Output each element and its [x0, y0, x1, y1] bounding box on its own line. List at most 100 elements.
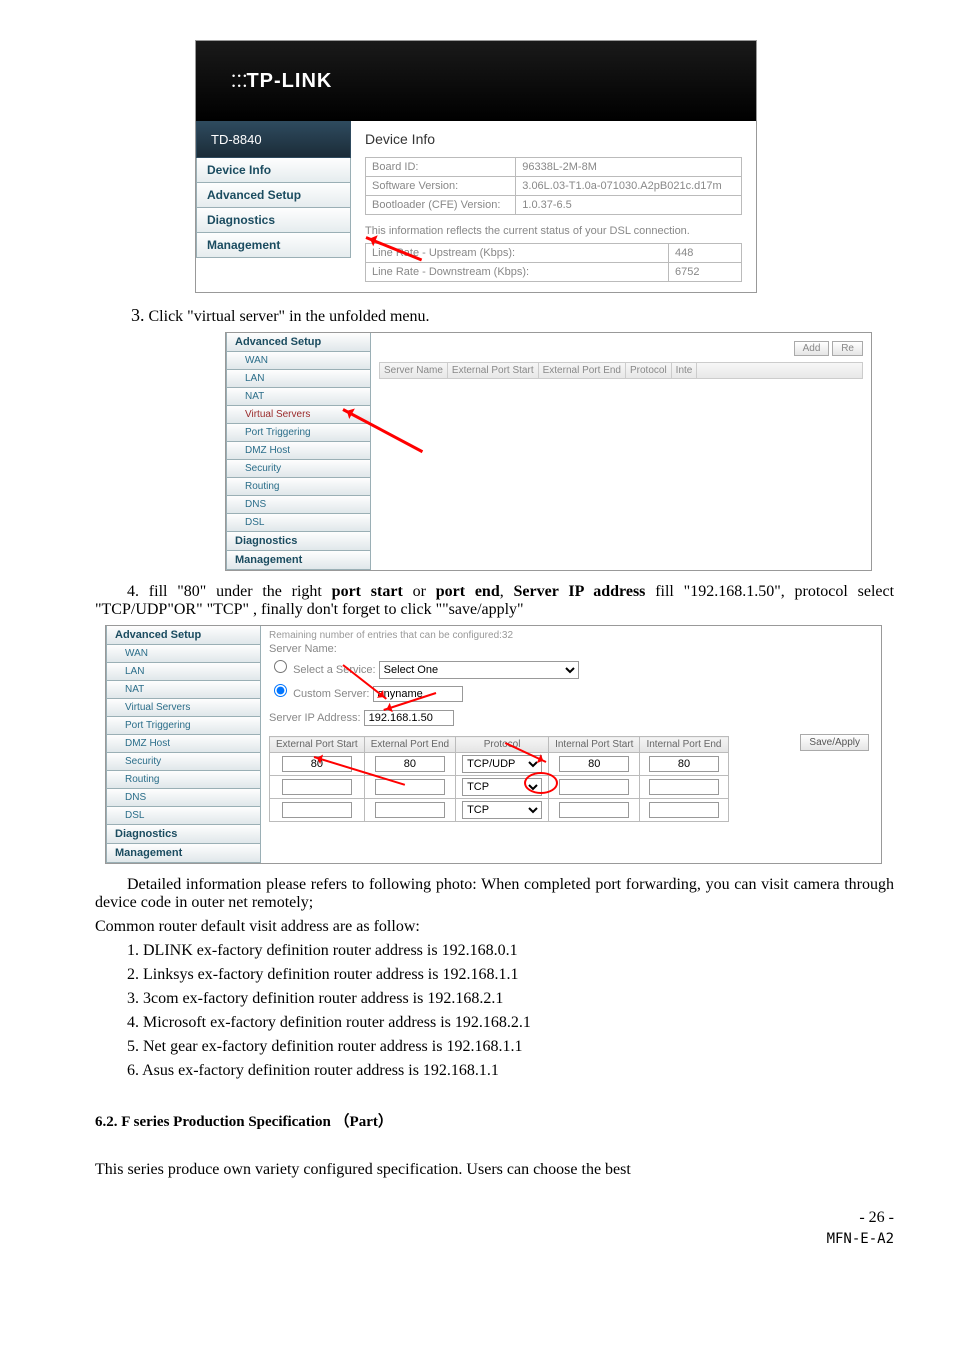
- server-ip-label: Server IP Address:: [269, 712, 361, 724]
- server-ip-input[interactable]: [364, 710, 454, 726]
- cell-label: Software Version:: [366, 177, 516, 196]
- port-table: External Port Start External Port End Pr…: [269, 736, 729, 822]
- th-int-start: Internal Port Start: [549, 737, 640, 753]
- nav-nat[interactable]: NAT: [106, 681, 261, 699]
- custom-server-label: Custom Server:: [293, 688, 369, 700]
- ext-end-input[interactable]: [375, 802, 445, 818]
- service-select[interactable]: Select One: [379, 661, 579, 679]
- th-ext-start: External Port Start: [270, 737, 365, 753]
- router-item: 4. Microsoft ex-factory definition route…: [127, 1014, 894, 1032]
- bold-port-end: port end: [436, 583, 500, 600]
- ss1-sidebar: TD-8840 Device Info Advanced Setup Diagn…: [196, 121, 351, 292]
- int-end-input[interactable]: [649, 779, 719, 795]
- nav-wan[interactable]: WAN: [226, 352, 371, 370]
- ext-start-input[interactable]: [282, 779, 352, 795]
- tplink-device-info-screenshot: • • •• • • TP-LINK TD-8840 Device Info A…: [195, 40, 757, 293]
- cell-label: Board ID:: [366, 158, 516, 177]
- ext-start-input[interactable]: [282, 802, 352, 818]
- table-header-row: Server Name External Port Start External…: [379, 362, 863, 379]
- nav-dsl[interactable]: DSL: [226, 514, 371, 532]
- nav-diagnostics[interactable]: Diagnostics: [106, 825, 261, 844]
- page-number: - 26 -: [95, 1209, 894, 1227]
- ext-end-input[interactable]: [375, 756, 445, 772]
- nav-lan[interactable]: LAN: [106, 663, 261, 681]
- int-start-input[interactable]: [559, 802, 629, 818]
- custom-server-radio[interactable]: [274, 684, 287, 697]
- nav-dns[interactable]: DNS: [226, 496, 371, 514]
- bold-port-start: port start: [332, 583, 403, 600]
- nav-device-info[interactable]: Device Info: [196, 158, 351, 183]
- table-row: TCP: [270, 776, 729, 799]
- text-fragment: or: [403, 583, 436, 600]
- nav-routing[interactable]: Routing: [106, 771, 261, 789]
- page-title: Device Info: [365, 131, 742, 147]
- device-info-table: Board ID:96338L-2M-8M Software Version:3…: [365, 157, 742, 215]
- nav-diagnostics[interactable]: Diagnostics: [196, 208, 351, 233]
- remove-button[interactable]: Re: [832, 341, 863, 356]
- ext-end-input[interactable]: [375, 779, 445, 795]
- int-end-input[interactable]: [649, 756, 719, 772]
- nav-routing[interactable]: Routing: [226, 478, 371, 496]
- info-note: This information reflects the current st…: [365, 225, 742, 237]
- nav-dns[interactable]: DNS: [106, 789, 261, 807]
- detail-para: Detailed information please refers to fo…: [95, 876, 894, 912]
- section-6-2-title: 6.2. F series Production Specification （…: [95, 1110, 894, 1131]
- int-start-input[interactable]: [559, 756, 629, 772]
- select-service-radio[interactable]: [274, 660, 287, 673]
- cell-value: 6752: [669, 263, 742, 282]
- common-router-heading: Common router default visit address are …: [95, 918, 894, 936]
- step4-text: 4. fill "80" under the right port start …: [95, 583, 894, 619]
- th-ext-end: External Port End: [364, 737, 455, 753]
- text-fragment: ,: [500, 583, 514, 600]
- nav-diagnostics[interactable]: Diagnostics: [226, 532, 371, 551]
- th-ext-port-start: External Port Start: [448, 363, 539, 378]
- nav-advanced-setup[interactable]: Advanced Setup: [226, 333, 371, 352]
- cell-label: Line Rate - Upstream (Kbps):: [366, 244, 669, 263]
- model-label: TD-8840: [196, 121, 351, 158]
- add-button[interactable]: Add: [794, 341, 830, 356]
- th-server-name: Server Name: [380, 363, 448, 378]
- th-protocol: Protocol: [456, 737, 549, 753]
- protocol-select[interactable]: TCP: [462, 801, 542, 819]
- text-fragment: 4. fill "80" under the right: [127, 583, 332, 600]
- nav-security[interactable]: Security: [106, 753, 261, 771]
- nav-port-triggering[interactable]: Port Triggering: [106, 717, 261, 735]
- protocol-select[interactable]: TCP/UDP: [462, 755, 542, 773]
- nav-dmz-host[interactable]: DMZ Host: [226, 442, 371, 460]
- router-item: 6. Asus ex-factory definition router add…: [127, 1062, 894, 1080]
- cell-label: Line Rate - Downstream (Kbps):: [366, 263, 669, 282]
- nav-port-triggering[interactable]: Port Triggering: [226, 424, 371, 442]
- int-start-input[interactable]: [559, 779, 629, 795]
- nav-management[interactable]: Management: [226, 551, 371, 570]
- nav-lan[interactable]: LAN: [226, 370, 371, 388]
- nav-dsl[interactable]: DSL: [106, 807, 261, 825]
- th-ext-port-end: External Port End: [539, 363, 626, 378]
- ss2-sidebar: Advanced Setup WAN LAN NAT Virtual Serve…: [226, 333, 371, 570]
- th-protocol: Protocol: [626, 363, 672, 378]
- nav-management[interactable]: Management: [196, 233, 351, 258]
- cell-value: 96338L-2M-8M: [516, 158, 742, 177]
- nav-wan[interactable]: WAN: [106, 645, 261, 663]
- nav-nat[interactable]: NAT: [226, 388, 371, 406]
- nav-advanced-setup[interactable]: Advanced Setup: [106, 626, 261, 645]
- save-apply-button[interactable]: Save/Apply: [800, 734, 869, 751]
- server-name-label: Server Name:: [269, 643, 873, 655]
- line-rate-table: Line Rate - Upstream (Kbps):448 Line Rat…: [365, 243, 742, 282]
- doc-code: MFN-E-A2: [95, 1231, 894, 1247]
- th-int-end: Internal Port End: [640, 737, 728, 753]
- tplink-dots-icon: • • •• • •: [232, 71, 246, 91]
- int-end-input[interactable]: [649, 802, 719, 818]
- nav-advanced-setup[interactable]: Advanced Setup: [196, 183, 351, 208]
- nav-dmz-host[interactable]: DMZ Host: [106, 735, 261, 753]
- cell-value: 1.0.37-6.5: [516, 196, 742, 215]
- nav-virtual-servers[interactable]: Virtual Servers: [106, 699, 261, 717]
- tplink-logo: TP-LINK: [246, 70, 332, 93]
- th-inte: Inte: [672, 363, 698, 378]
- cell-value: 448: [669, 244, 742, 263]
- nav-security[interactable]: Security: [226, 460, 371, 478]
- nav-management[interactable]: Management: [106, 844, 261, 863]
- port-config-screenshot: Advanced Setup WAN LAN NAT Virtual Serve…: [105, 625, 882, 864]
- ss3-sidebar: Advanced Setup WAN LAN NAT Virtual Serve…: [106, 626, 261, 863]
- table-row: TCP: [270, 799, 729, 822]
- virtual-server-menu-screenshot: Advanced Setup WAN LAN NAT Virtual Serve…: [225, 332, 872, 571]
